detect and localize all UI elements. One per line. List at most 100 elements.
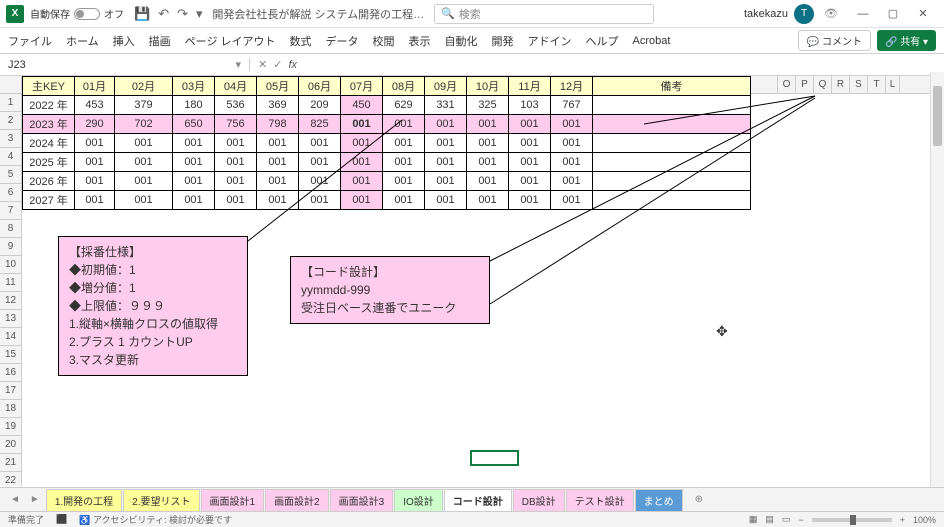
data-cell[interactable]: 001	[215, 153, 257, 172]
data-cell[interactable]: 001	[383, 172, 425, 191]
data-cell[interactable]: 001	[215, 191, 257, 210]
data-cell[interactable]: 180	[173, 96, 215, 115]
data-cell[interactable]: 001	[75, 153, 115, 172]
data-cell[interactable]: 103	[509, 96, 551, 115]
sheet-tab[interactable]: 2.要望リスト	[123, 489, 199, 513]
data-cell[interactable]: 001	[257, 172, 299, 191]
row-header[interactable]: 8	[0, 220, 22, 238]
tab-insert[interactable]: 挿入	[113, 33, 135, 49]
row-header[interactable]: 19	[0, 418, 22, 436]
column-header[interactable]: P	[796, 76, 814, 93]
data-cell[interactable]: 001	[509, 134, 551, 153]
data-cell[interactable]: 453	[75, 96, 115, 115]
add-sheet-button[interactable]: ⊕	[691, 494, 707, 505]
data-cell[interactable]: 702	[115, 115, 173, 134]
row-header[interactable]: 13	[0, 310, 22, 328]
data-cell[interactable]: 001	[299, 191, 341, 210]
data-cell[interactable]: 001	[115, 172, 173, 191]
row-header[interactable]: 21	[0, 454, 22, 472]
view-normal-icon[interactable]: ▦	[749, 514, 758, 525]
cancel-icon[interactable]: ✕	[258, 58, 267, 71]
row-header[interactable]: 16	[0, 364, 22, 382]
data-cell[interactable]: 001	[509, 153, 551, 172]
zoom-level[interactable]: 100%	[913, 515, 936, 525]
data-cell[interactable]: 001	[467, 115, 509, 134]
vertical-scrollbar[interactable]	[930, 72, 944, 487]
data-cell[interactable]: 001	[341, 191, 383, 210]
data-cell[interactable]: 001	[257, 153, 299, 172]
minimize-button[interactable]: —	[848, 3, 878, 25]
row-header[interactable]: 11	[0, 274, 22, 292]
view-pagebreak-icon[interactable]: ▭	[782, 514, 791, 525]
data-cell[interactable]: 001	[467, 191, 509, 210]
data-cell[interactable]: 001	[551, 172, 593, 191]
macro-record-icon[interactable]: ⬛	[56, 514, 67, 525]
data-cell[interactable]: 379	[115, 96, 173, 115]
data-cell[interactable]: 001	[425, 153, 467, 172]
tab-acrobat[interactable]: Acrobat	[633, 35, 671, 47]
data-cell[interactable]: 001	[341, 153, 383, 172]
search-input[interactable]: 🔍 検索	[434, 4, 654, 24]
autosave-toggle[interactable]: 自動保存 オフ	[30, 6, 124, 21]
column-header[interactable]: T	[868, 76, 886, 93]
name-box[interactable]: J23 ▾	[0, 58, 250, 71]
row-header[interactable]: 7	[0, 202, 22, 220]
data-cell[interactable]: 001	[115, 191, 173, 210]
row-header[interactable]: 4	[0, 148, 22, 166]
view-pagelayout-icon[interactable]: ▤	[765, 514, 774, 525]
data-cell[interactable]: 001	[173, 172, 215, 191]
data-cell[interactable]: 209	[299, 96, 341, 115]
tab-formulas[interactable]: 数式	[290, 33, 312, 49]
remarks-cell[interactable]	[593, 115, 751, 134]
fx-icon[interactable]: fx	[288, 59, 297, 71]
undo-icon[interactable]: ↶	[158, 6, 169, 22]
data-cell[interactable]: 001	[509, 191, 551, 210]
spreadsheet-grid[interactable]: ABCDEFGHIJKLMNOPQRSTL 123456789101112131…	[0, 76, 944, 486]
tab-pagelayout[interactable]: ページ レイアウト	[185, 33, 276, 49]
sheet-tab[interactable]: DB設計	[513, 489, 565, 513]
data-cell[interactable]: 001	[467, 134, 509, 153]
data-cell[interactable]: 798	[257, 115, 299, 134]
row-header[interactable]: 15	[0, 346, 22, 364]
tab-help[interactable]: ヘルプ	[586, 33, 619, 49]
data-cell[interactable]: 536	[215, 96, 257, 115]
row-header[interactable]: 1	[0, 94, 22, 112]
data-cell[interactable]: 001	[551, 115, 593, 134]
avatar[interactable]: T	[794, 4, 814, 24]
data-cell[interactable]: 331	[425, 96, 467, 115]
tab-view[interactable]: 表示	[409, 33, 431, 49]
row-header[interactable]: 17	[0, 382, 22, 400]
tab-automate[interactable]: 自動化	[445, 33, 478, 49]
sheet-tab[interactable]: まとめ	[635, 489, 683, 513]
zoom-slider[interactable]	[812, 518, 892, 522]
data-cell[interactable]: 001	[299, 134, 341, 153]
select-all-corner[interactable]	[0, 76, 22, 93]
data-cell[interactable]: 001	[215, 172, 257, 191]
data-cell[interactable]: 001	[115, 153, 173, 172]
remarks-cell[interactable]	[593, 134, 751, 153]
column-header[interactable]: O	[778, 76, 796, 93]
data-cell[interactable]: 001	[551, 191, 593, 210]
data-cell[interactable]: 001	[383, 153, 425, 172]
data-cell[interactable]: 325	[467, 96, 509, 115]
close-button[interactable]: ✕	[908, 3, 938, 25]
data-cell[interactable]: 369	[257, 96, 299, 115]
scrollbar-thumb[interactable]	[933, 86, 942, 146]
data-cell[interactable]: 001	[341, 115, 383, 134]
row-header[interactable]: 12	[0, 292, 22, 310]
maximize-button[interactable]: ▢	[878, 3, 908, 25]
row-header[interactable]: 22	[0, 472, 22, 486]
toggle-icon[interactable]	[74, 8, 100, 20]
column-header[interactable]: R	[832, 76, 850, 93]
data-cell[interactable]: 001	[383, 115, 425, 134]
data-cell[interactable]: 650	[173, 115, 215, 134]
sheet-tab[interactable]: IO設計	[394, 489, 443, 513]
tab-draw[interactable]: 描画	[149, 33, 171, 49]
data-cell[interactable]: 001	[257, 191, 299, 210]
data-cell[interactable]: 001	[257, 134, 299, 153]
remarks-cell[interactable]	[593, 191, 751, 210]
row-header[interactable]: 20	[0, 436, 22, 454]
sheet-nav-next[interactable]: ►	[26, 494, 44, 505]
data-cell[interactable]: 001	[215, 134, 257, 153]
sheet-tab[interactable]: 1.開発の工程	[46, 489, 122, 513]
